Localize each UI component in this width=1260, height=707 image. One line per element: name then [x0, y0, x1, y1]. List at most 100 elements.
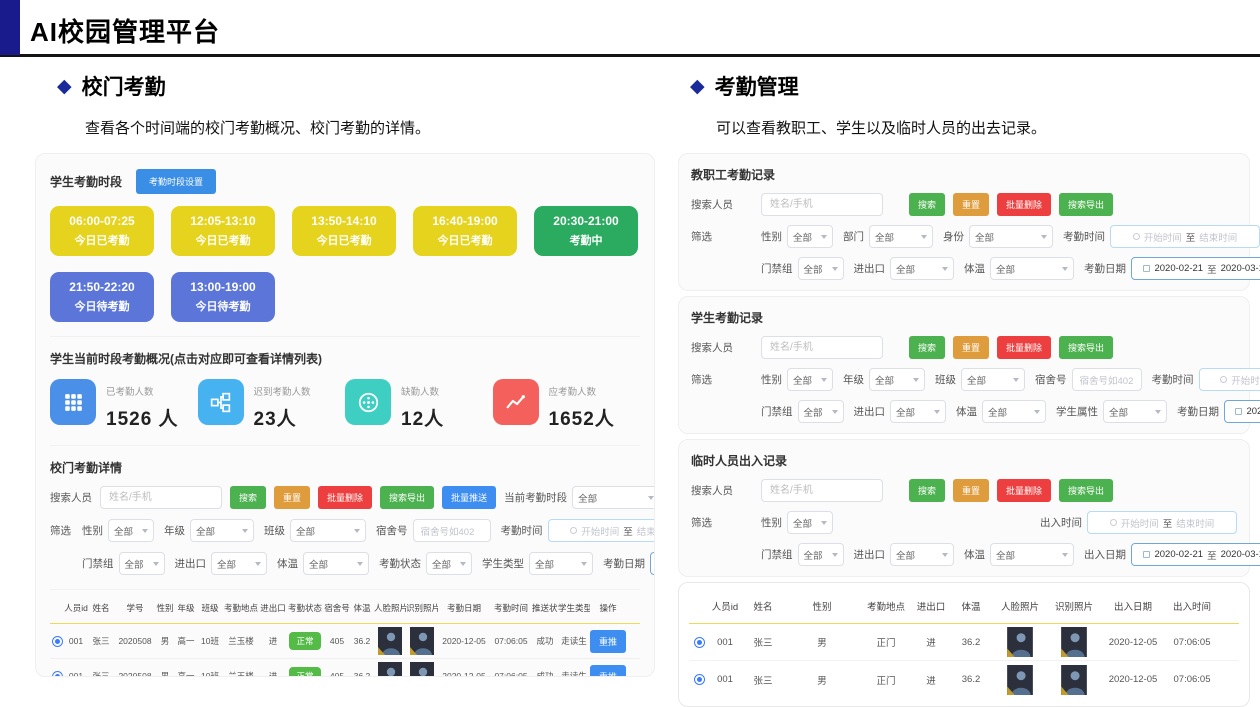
filter-select[interactable]: 全部 — [190, 519, 254, 542]
repush-button[interactable]: 重推 — [590, 665, 626, 678]
attendance-period-card[interactable]: 13:00-19:00 今日待考勤 — [171, 272, 275, 322]
repush-button[interactable]: 重推 — [590, 630, 626, 653]
action-button[interactable]: 批量推送 — [442, 486, 496, 509]
filter-select[interactable]: 全部 — [990, 257, 1074, 280]
header-accent-block — [0, 0, 20, 55]
filter-label: 出入时间 — [1040, 515, 1082, 530]
filter-select[interactable]: 全部 — [290, 519, 366, 542]
filter-select[interactable]: 全部 — [119, 552, 165, 575]
filter-select[interactable]: 全部 — [1103, 400, 1167, 423]
attendance-period-card[interactable]: 16:40-19:00 今日已考勤 — [413, 206, 517, 256]
face-photo[interactable] — [378, 662, 402, 677]
filter-label: 出入日期 — [1084, 547, 1126, 562]
filter-select[interactable]: 全部 — [211, 552, 267, 575]
filter-select[interactable]: 全部 — [108, 519, 154, 542]
chevron-down-icon — [832, 267, 838, 271]
action-button[interactable]: 批量删除 — [997, 336, 1051, 359]
time-range-input[interactable]: 开始时间至结束时间 — [1110, 225, 1260, 248]
filter-select[interactable]: 全部 — [990, 543, 1074, 566]
filter-select[interactable]: 全部 — [787, 368, 833, 391]
chevron-down-icon — [460, 562, 466, 566]
action-button[interactable]: 搜索导出 — [1059, 193, 1113, 216]
attendance-period-card[interactable]: 12:05-13:10 今日已考勤 — [171, 206, 275, 256]
search-input[interactable] — [761, 193, 883, 216]
search-input[interactable] — [100, 486, 222, 509]
stat-card[interactable]: 迟到考勤人数 23人 — [198, 379, 346, 431]
chevron-down-icon — [821, 521, 827, 525]
filter-select[interactable]: 全部 — [798, 257, 844, 280]
face-photo[interactable] — [1007, 665, 1033, 695]
details-label: 校门考勤详情 — [50, 445, 640, 476]
filter-label: 学生属性 — [1056, 404, 1098, 419]
time-range-input[interactable]: 开始时间至结束时间 — [1087, 511, 1237, 534]
date-range-input[interactable]: 2020-02-21至2020-03-11 — [1131, 543, 1260, 566]
row-radio[interactable] — [52, 671, 63, 678]
date-range-input[interactable]: 2020-02-21至2020-03-11 — [1131, 257, 1260, 280]
filter-select[interactable]: 全部 — [798, 543, 844, 566]
filter-select[interactable]: 全部 — [890, 543, 954, 566]
face-photo[interactable] — [378, 627, 402, 655]
filter-select[interactable]: 全部 — [529, 552, 593, 575]
filter-label: 考勤时间 — [501, 523, 543, 538]
face-photo[interactable] — [1007, 627, 1033, 657]
action-button[interactable]: 搜索 — [230, 486, 266, 509]
filter-select[interactable]: 全部 — [969, 225, 1053, 248]
action-button[interactable]: 搜索导出 — [1059, 336, 1113, 359]
attendance-period-card[interactable]: 21:50-22:20 今日待考勤 — [50, 272, 154, 322]
filter-label: 宿舍号 — [1035, 372, 1067, 387]
row-radio[interactable] — [694, 674, 705, 685]
time-range-input[interactable]: 开始时间至结束时间 — [1199, 368, 1260, 391]
action-button[interactable]: 搜索 — [909, 193, 945, 216]
period-settings-button[interactable]: 考勤时段设置 — [136, 169, 216, 194]
date-range-input[interactable]: 2020-02-21至2020-03-11 — [650, 552, 655, 575]
stat-card[interactable]: 缺勤人数 12人 — [345, 379, 493, 431]
attendance-period-card[interactable]: 06:00-07:25 今日已考勤 — [50, 206, 154, 256]
search-input[interactable] — [761, 336, 883, 359]
time-range-input[interactable]: 开始时间至结束时间 — [548, 519, 656, 542]
action-button[interactable]: 重置 — [274, 486, 310, 509]
action-button[interactable]: 批量删除 — [318, 486, 372, 509]
action-button[interactable]: 重置 — [953, 193, 989, 216]
filter-input[interactable]: 宿舍号如402 — [413, 519, 491, 542]
filter-select[interactable]: 全部 — [961, 368, 1025, 391]
stat-card[interactable]: 已考勤人数 1526 人 — [50, 379, 198, 431]
filter-select[interactable]: 全部 — [869, 368, 925, 391]
filter-select[interactable]: 全部 — [798, 400, 844, 423]
action-button[interactable]: 批量删除 — [997, 193, 1051, 216]
chevron-down-icon — [142, 529, 148, 533]
filter-select[interactable]: 全部 — [982, 400, 1046, 423]
attendance-period-card[interactable]: 13:50-14:10 今日已考勤 — [292, 206, 396, 256]
periods-label: 学生考勤时段 — [50, 173, 122, 190]
action-button[interactable]: 搜索导出 — [380, 486, 434, 509]
row-radio[interactable] — [52, 636, 63, 647]
filter-select[interactable]: 全部 — [787, 511, 833, 534]
recognition-photo[interactable] — [410, 627, 434, 655]
action-button[interactable]: 搜索 — [909, 479, 945, 502]
date-range-input[interactable]: 2020-02-21至2020-03-11 — [1224, 400, 1260, 423]
filter-select[interactable]: 全部 — [869, 225, 933, 248]
period-time: 12:05-13:10 — [190, 214, 255, 228]
recognition-photo[interactable] — [410, 662, 434, 677]
action-button[interactable]: 批量删除 — [997, 479, 1051, 502]
action-button[interactable]: 搜索导出 — [1059, 479, 1113, 502]
stat-card[interactable]: 应考勤人数 1652人 — [493, 379, 641, 431]
filter-select[interactable]: 全部 — [303, 552, 369, 575]
filter-select[interactable]: 全部 — [890, 400, 946, 423]
filter-select[interactable]: 全部 — [426, 552, 472, 575]
action-button[interactable]: 重置 — [953, 336, 989, 359]
action-button[interactable]: 搜索 — [909, 336, 945, 359]
filter-select[interactable]: 全部 — [787, 225, 833, 248]
stat-value: 23人 — [254, 404, 311, 431]
action-button[interactable]: 重置 — [953, 479, 989, 502]
recognition-photo[interactable] — [1061, 627, 1087, 657]
filter-select[interactable]: 全部 — [572, 486, 655, 509]
attendance-period-card[interactable]: 20:30-21:00 考勤中 — [534, 206, 638, 256]
search-input[interactable] — [761, 479, 883, 502]
recognition-photo[interactable] — [1061, 665, 1087, 695]
action-button-group: 搜索重置批量删除搜索导出 — [909, 479, 1113, 502]
period-time: 20:30-21:00 — [553, 214, 618, 228]
filter-input[interactable]: 宿舍号如402 — [1072, 368, 1142, 391]
filter-select[interactable]: 全部 — [890, 257, 954, 280]
filter-label: 进出口 — [854, 261, 886, 276]
row-radio[interactable] — [694, 637, 705, 648]
